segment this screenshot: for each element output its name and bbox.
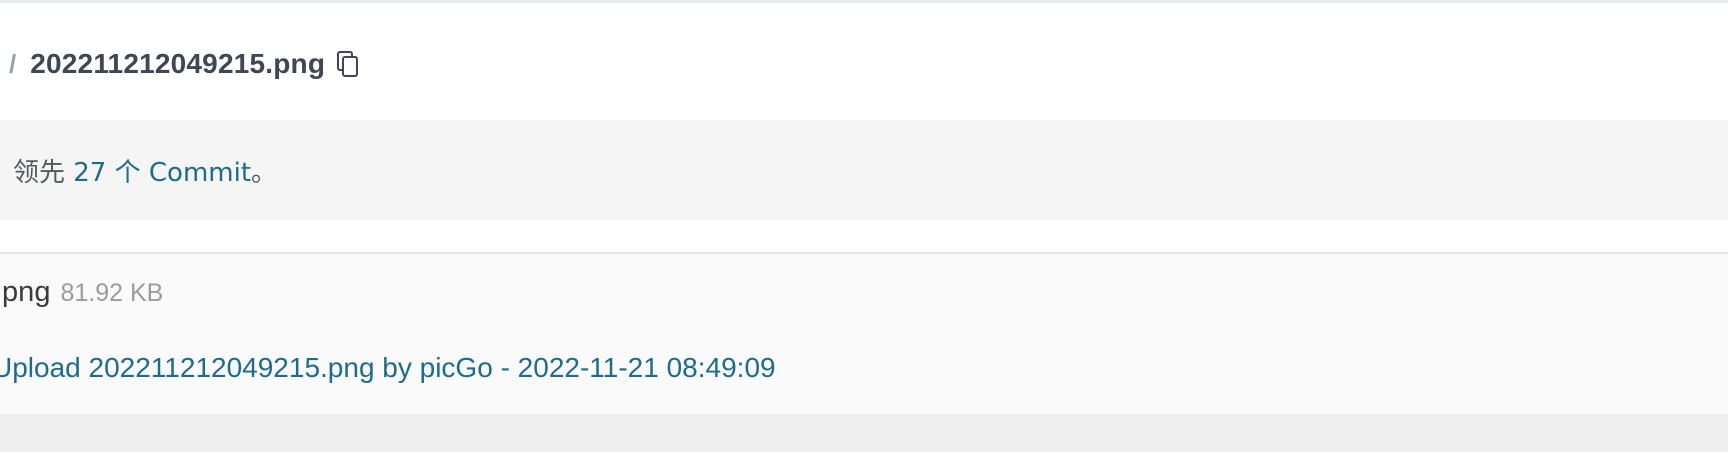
last-commit-link[interactable]: Upload 202211212049215.png by picGo - 20… <box>0 352 776 384</box>
file-content-area <box>0 414 1728 452</box>
ahead-prefix: 领先 <box>13 157 74 188</box>
breadcrumb-separator: / <box>9 48 17 79</box>
file-name: .png <box>0 276 51 308</box>
ahead-commits-link[interactable]: 27 个 Commit <box>73 158 251 188</box>
breadcrumb: / 202211212049215.png <box>0 40 362 88</box>
file-size: 81.92 KB <box>60 279 164 307</box>
top-divider <box>0 0 1728 3</box>
file-header: .png 81.92 KB Upload 202211212049215.png… <box>0 252 1728 416</box>
ahead-suffix: 。 <box>251 157 278 188</box>
file-info: .png 81.92 KB <box>0 276 163 320</box>
ahead-message: 领先 27 个 Commit。 <box>13 152 277 189</box>
copy-icon[interactable] <box>334 48 362 80</box>
breadcrumb-file-name: 202211212049215.png <box>30 48 326 79</box>
file-view-page: / 202211212049215.png 领先 27 个 Commit。 .p… <box>0 0 1728 452</box>
ahead-banner: 领先 27 个 Commit。 <box>0 120 1728 220</box>
